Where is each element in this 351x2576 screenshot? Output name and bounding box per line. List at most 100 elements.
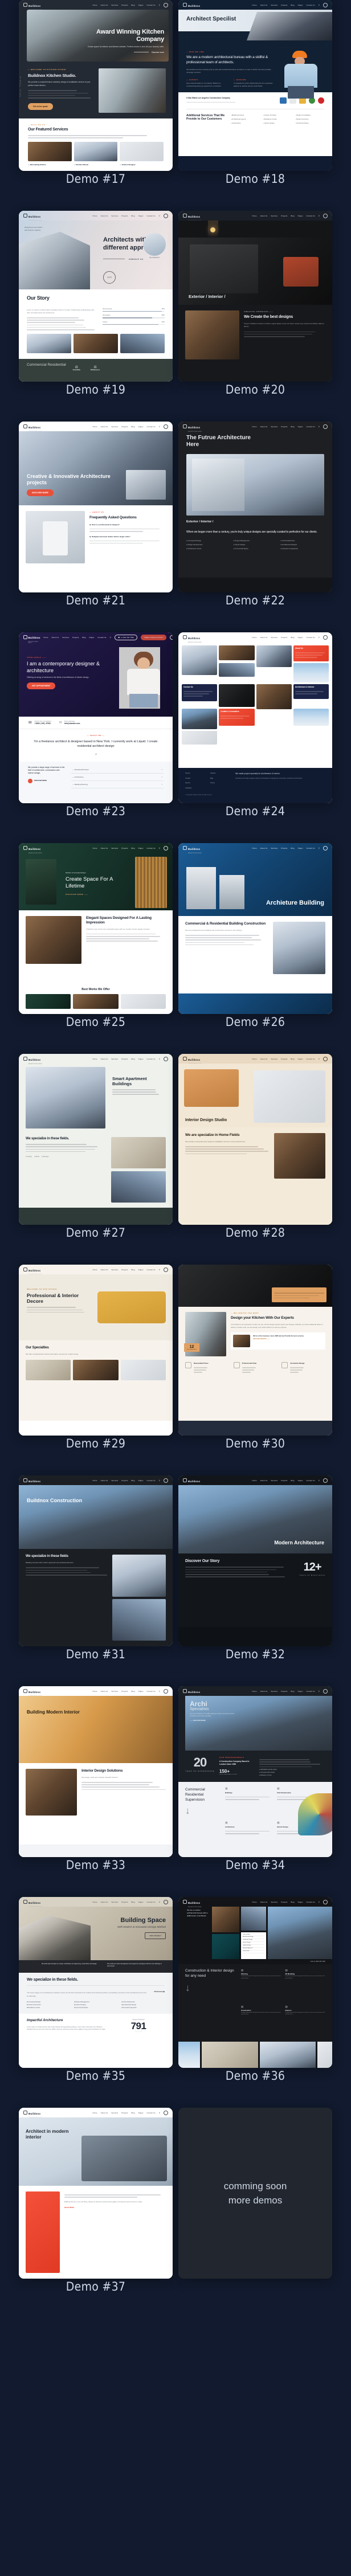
hero-cta[interactable]: —— DISCOVER MORE bbox=[190, 1720, 240, 1722]
nav-item[interactable]: Services bbox=[111, 4, 118, 6]
search-icon[interactable]: ⚲ bbox=[159, 1901, 160, 1903]
search-icon[interactable]: ⚲ bbox=[159, 847, 160, 849]
nav-item[interactable]: Blog bbox=[131, 1058, 134, 1060]
mock-navbar[interactable]: Buildnox ARCHITECTURE & BUILD Home About … bbox=[19, 2108, 173, 2117]
nav-item[interactable]: Projects bbox=[281, 1690, 287, 1692]
nav-item[interactable]: Contact Us bbox=[306, 215, 315, 217]
menu-toggle-icon[interactable] bbox=[164, 1478, 168, 1483]
nav-item[interactable]: Blog bbox=[291, 426, 294, 428]
nav-links[interactable]: Home About Us Services Projects Blog Pages Con… bbox=[92, 1478, 168, 1483]
nav-item[interactable]: Pages bbox=[298, 636, 303, 639]
brand-logo[interactable]: Buildnox ARCHITECTURE & BUILD bbox=[23, 0, 42, 11]
nav-item[interactable]: Pages bbox=[138, 1269, 144, 1271]
nav-item[interactable]: Projects bbox=[72, 636, 79, 639]
col-item[interactable]: ● Design Development bbox=[186, 543, 230, 546]
nav-item[interactable]: Blog bbox=[291, 1058, 294, 1060]
field-item[interactable]: ■ Residence Condo bbox=[27, 2007, 70, 2009]
nav-item[interactable]: Projects bbox=[281, 636, 287, 639]
nav-item[interactable]: Contact Us bbox=[306, 1901, 315, 1903]
faq-item[interactable]: Q. How is a professional & category? bbox=[89, 524, 166, 532]
nav-item[interactable]: Pages bbox=[138, 1901, 144, 1903]
gallery-tile[interactable] bbox=[219, 684, 254, 707]
brand-logo[interactable]: Buildnox ARCHITECTURE & BUILD bbox=[183, 1686, 202, 1697]
nav-item[interactable]: Pages bbox=[298, 1058, 303, 1060]
search-icon[interactable]: ⚲ bbox=[319, 1901, 320, 1903]
hero-cta[interactable]: DISCOVER MORE —— bbox=[66, 893, 132, 896]
demo-card[interactable]: Buildnox ARCHITECTURE & BUILD Home About … bbox=[178, 1686, 332, 1857]
nav-item[interactable]: Blog bbox=[131, 1901, 134, 1903]
nav-item[interactable]: Home bbox=[92, 4, 97, 6]
menu-toggle-icon[interactable] bbox=[323, 1057, 328, 1061]
menu-toggle-icon[interactable] bbox=[164, 214, 168, 218]
service-item[interactable]: › Construction bbox=[231, 122, 260, 124]
nav-links[interactable]: Home About Us Services Projects Blog Pages Con… bbox=[252, 1478, 328, 1483]
service-item[interactable]: › Functional Space bbox=[295, 122, 324, 124]
nav-item[interactable]: Pages bbox=[138, 4, 144, 6]
search-icon[interactable]: ⚲ bbox=[159, 2112, 160, 2114]
nav-item[interactable]: Projects bbox=[121, 1479, 128, 1482]
col-item[interactable]: ● Civil Infrastructure bbox=[280, 539, 324, 542]
nav-item[interactable]: Projects bbox=[121, 426, 128, 428]
nav-links[interactable]: Home About Us Services Projects Blog Pages Con… bbox=[92, 2111, 168, 2115]
nav-links[interactable]: Home About Us Services Projects Blog Pages Con… bbox=[92, 3, 168, 7]
nav-item[interactable]: Home bbox=[92, 1058, 97, 1060]
tag[interactable]: ● Manage bbox=[42, 1155, 49, 1158]
mock-navbar[interactable]: Buildnox ARCHITECTURE & BUILD Home About … bbox=[19, 1475, 173, 1485]
nav-item[interactable]: Services bbox=[271, 426, 277, 428]
search-icon[interactable]: ⚲ bbox=[159, 1269, 160, 1271]
nav-item[interactable]: Contact Us bbox=[146, 1269, 155, 1271]
menu-toggle-icon[interactable] bbox=[170, 635, 173, 640]
nav-item[interactable]: Services bbox=[271, 1479, 277, 1482]
brand-logo[interactable]: Buildnox ARCHITECTURE & BUILD bbox=[183, 1475, 202, 1486]
demo-card[interactable]: Buildnox ARCHITECTURE & BUILD Home About … bbox=[19, 1475, 173, 1646]
brand-logo[interactable]: Buildnox ARCHITECTURE & BUILD bbox=[23, 1054, 42, 1065]
hero-cta[interactable]: VIEW PROJECT bbox=[145, 1932, 166, 1939]
nav-item[interactable]: Services bbox=[111, 215, 118, 217]
col-item[interactable]: ● Commercial Space bbox=[234, 547, 277, 550]
nav-item[interactable]: About Us bbox=[101, 1479, 108, 1482]
brand-logo[interactable]: Buildnox ARCHITECTURE & BUILD bbox=[23, 632, 40, 644]
footer-link[interactable]: Blog bbox=[210, 778, 230, 782]
demo-card[interactable]: Buildnox ARCHITECTURE & BUILD Home About … bbox=[178, 422, 332, 592]
col-item[interactable]: ● Interior Design bbox=[234, 543, 277, 546]
brand-logo[interactable]: Buildnox ARCHITECTURE & BUILD bbox=[23, 1475, 42, 1486]
nav-item[interactable]: Pages bbox=[89, 636, 95, 639]
nav-links[interactable]: Home About Us Services Projects Blog Pages Con… bbox=[252, 635, 328, 640]
nav-item[interactable]: Pages bbox=[298, 4, 303, 6]
nav-item[interactable]: Home bbox=[252, 4, 256, 6]
mock-navbar[interactable]: Buildnox ARCHITECTURE & BUILD Home About … bbox=[19, 1054, 173, 1064]
nav-item[interactable]: Projects bbox=[121, 1690, 128, 1692]
nav-item[interactable]: Projects bbox=[281, 426, 287, 428]
nav-item[interactable]: Home bbox=[92, 1901, 97, 1903]
menu-toggle-icon[interactable] bbox=[323, 635, 328, 640]
brand-logo[interactable]: Buildnox ARCHITECTURE & BUILD bbox=[183, 843, 202, 854]
gallery-tile[interactable] bbox=[219, 663, 254, 677]
brand-logo[interactable]: Buildnox ARCHITECTURE & BUILD bbox=[23, 843, 42, 854]
nav-item[interactable]: Contact Us bbox=[306, 4, 315, 6]
mock-navbar[interactable]: Buildnox ARCHITECTURE & BUILD Home About … bbox=[178, 843, 332, 853]
service-item[interactable]: › Design Consultation bbox=[295, 114, 324, 116]
nav-links[interactable]: Home About Us Services Projects Blog Pages Con… bbox=[252, 1689, 328, 1694]
nav-item[interactable]: Blog bbox=[291, 847, 294, 849]
nav-item[interactable]: Contact Us bbox=[306, 426, 315, 428]
phone-pill[interactable]: ☎ +1 800 456 7890 bbox=[115, 635, 137, 640]
nav-links[interactable]: Home About Us Services Projects Blog Pages Con… bbox=[252, 846, 328, 851]
nav-item[interactable]: Services bbox=[111, 1690, 118, 1692]
demo-card[interactable]: Buildnox ARCHITECTURE & BUILD Home About … bbox=[178, 1897, 332, 2068]
nav-item[interactable]: Contact Us bbox=[97, 636, 106, 639]
mock-navbar[interactable]: Buildnox ARCHITECTURE & BUILD Home About … bbox=[178, 632, 332, 642]
demo-card[interactable]: Buildnox ARCHITECTURE & BUILD Home About … bbox=[178, 843, 332, 1014]
nav-item[interactable]: Pages bbox=[138, 1479, 144, 1482]
nav-item[interactable]: Home bbox=[252, 1690, 256, 1692]
nav-item[interactable]: About Us bbox=[101, 426, 108, 428]
demo-card[interactable]: Buildnox ARCHITECTURE & BUILD Home About … bbox=[19, 211, 173, 382]
brand-logo[interactable]: Buildnox ARCHITECTURE & BUILD bbox=[183, 0, 202, 11]
search-icon[interactable]: ⚲ bbox=[319, 4, 320, 6]
nav-item[interactable]: About Us bbox=[52, 636, 59, 639]
search-icon[interactable]: ⚲ bbox=[159, 4, 160, 6]
demo-card[interactable]: Buildnox ARCHITECTURE & BUILD Home About … bbox=[19, 422, 173, 592]
promo-cta[interactable]: DISCOVER SERVICE —— bbox=[253, 1338, 323, 1340]
gallery-tile[interactable] bbox=[182, 731, 217, 745]
gallery-tile[interactable] bbox=[256, 684, 292, 709]
search-icon[interactable]: ⚲ bbox=[110, 636, 111, 639]
